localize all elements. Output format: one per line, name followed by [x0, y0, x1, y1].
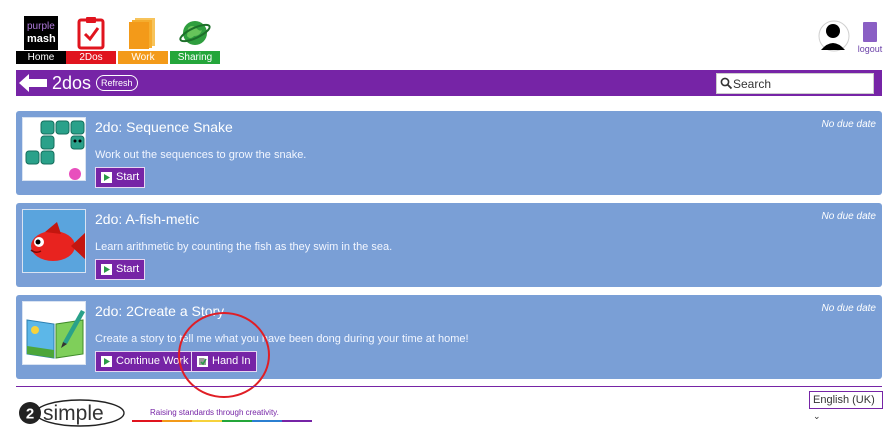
start-icon [101, 264, 112, 275]
search-icon [720, 77, 733, 90]
start-button[interactable]: Start [95, 259, 146, 280]
brand-digit: 2 [26, 406, 34, 423]
start-button-label: Start [116, 263, 140, 275]
footer-divider [16, 386, 882, 387]
start-button-label: Start [116, 171, 140, 183]
nav-home-label: Home [16, 51, 66, 64]
todo-title: 2do: 2Create a Story [95, 303, 225, 319]
globe-icon [170, 14, 220, 52]
checklist-icon [66, 14, 116, 52]
refresh-button[interactable]: Refresh [96, 75, 138, 91]
hand-in-label: Hand In [212, 355, 251, 367]
folder-icon [118, 14, 168, 52]
search-input[interactable] [733, 75, 871, 92]
todo-due-date: No due date [821, 119, 877, 130]
fish-thumbnail [22, 209, 86, 273]
page-title: 2dos [52, 73, 92, 93]
nav-2dos[interactable]: 2Dos [66, 14, 116, 64]
todo-description: Learn arithmetic by counting the fish as… [95, 241, 393, 253]
todo-card-sequence-snake[interactable]: 2do: Sequence Snake No due date Work out… [16, 111, 882, 195]
todo-card-fish-metic[interactable]: 2do: A-fish-metic No due date Learn arit… [16, 203, 882, 287]
todo-description: Work out the sequences to grow the snake… [95, 149, 307, 161]
todo-title: 2do: A-fish-metic [95, 211, 200, 227]
purple-mash-logo: purple mash [16, 14, 66, 52]
nav-2dos-label: 2Dos [66, 51, 116, 64]
header-bar: 2dos Refresh [16, 70, 882, 96]
top-nav: purple mash Home 2Dos Work Sharing logou… [0, 0, 890, 68]
nav-work[interactable]: Work [118, 14, 168, 64]
todo-description: Create a story to tell me what you have … [95, 333, 469, 345]
todo-card-create-a-story[interactable]: 2do: 2Create a Story No due date Create … [16, 295, 882, 379]
search-box[interactable] [716, 73, 874, 94]
avatar-icon[interactable] [818, 18, 850, 54]
door-icon [863, 22, 877, 42]
logout-label: logout [857, 44, 883, 54]
chevron-down-icon: ⌄ [813, 411, 821, 421]
nav-sharing[interactable]: Sharing [170, 14, 220, 64]
logo-text-mash: mash [27, 33, 56, 45]
nav-work-label: Work [118, 51, 168, 64]
todo-due-date: No due date [821, 303, 877, 314]
rainbow-stripe [132, 420, 312, 422]
todo-due-date: No due date [821, 211, 877, 222]
start-button[interactable]: Start [95, 167, 146, 188]
hand-in-icon [197, 356, 208, 367]
language-select[interactable]: English (UK) ⌄ [809, 391, 883, 421]
logo-text-purple: purple [27, 21, 55, 32]
footer-tagline: Raising standards through creativity. [150, 408, 279, 417]
continue-work-label: Continue Work [116, 355, 189, 367]
logout-button[interactable]: logout [852, 22, 888, 62]
nav-home[interactable]: purple mash Home [16, 14, 66, 64]
start-icon [101, 172, 112, 183]
snake-thumbnail [22, 117, 86, 181]
hand-in-button[interactable]: Hand In [191, 351, 257, 372]
todo-title: 2do: Sequence Snake [95, 119, 233, 135]
brand-word: simple [43, 402, 104, 425]
nav-sharing-label: Sharing [170, 51, 220, 64]
language-value: English (UK) [813, 394, 875, 406]
story-book-thumbnail [22, 301, 86, 365]
start-icon [101, 356, 112, 367]
2simple-logo[interactable]: 2 simple [18, 398, 128, 428]
back-arrow-icon[interactable] [18, 73, 48, 93]
continue-work-button[interactable]: Continue Work [95, 351, 195, 372]
